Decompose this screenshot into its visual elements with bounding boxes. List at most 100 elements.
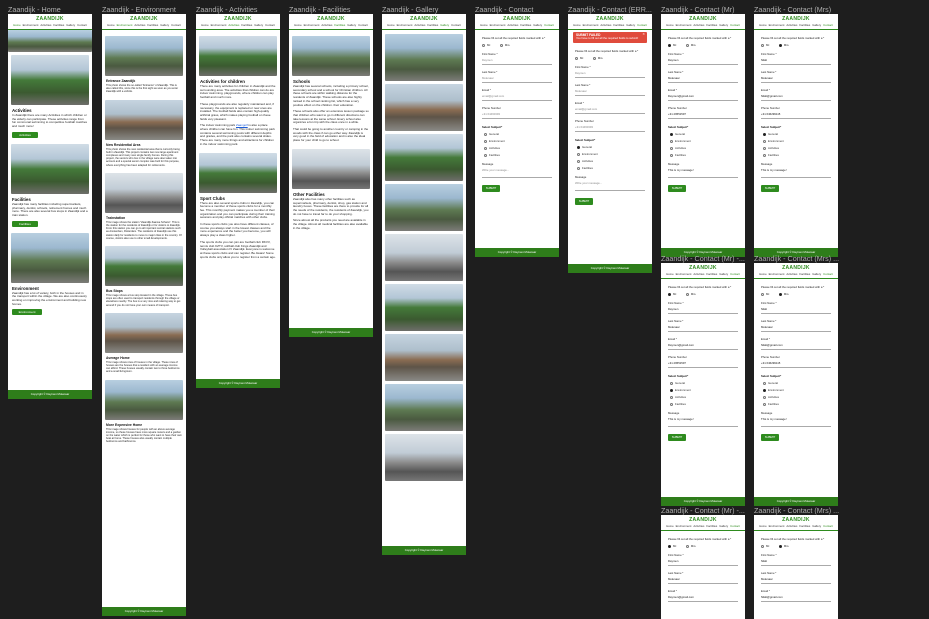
mrs-radio[interactable]: Mrs. (778, 544, 789, 548)
nav-facilities[interactable]: Facilities (799, 272, 810, 276)
submit-button[interactable]: SUBMIT (761, 434, 779, 441)
nav-activities[interactable]: Activities (321, 23, 332, 27)
nav-facilities[interactable]: Facilities (241, 23, 252, 27)
brand-logo[interactable]: ZAANDIJK (754, 263, 838, 271)
subject-activities[interactable]: Activities (763, 146, 831, 150)
brand-logo[interactable]: ZAANDIJK (102, 14, 186, 22)
nav-facilities[interactable]: Facilities (147, 23, 158, 27)
nav-activities[interactable]: Activities (693, 524, 704, 528)
phone-field[interactable]: +31 64460393 (482, 110, 552, 119)
nav-environment[interactable]: Environment (583, 23, 599, 27)
nav-home[interactable]: Home (759, 524, 766, 528)
email-field[interactable]: email@gmail.com (575, 105, 645, 114)
brand-logo[interactable]: ZAANDIJK (196, 14, 280, 22)
nav-contact[interactable]: Contact (730, 524, 740, 528)
nav-environment[interactable]: Environment (23, 23, 39, 27)
nav-facilities[interactable]: Facilities (334, 23, 345, 27)
nav-home[interactable]: Home (294, 23, 301, 27)
close-icon[interactable]: ✕ (642, 32, 645, 36)
nav-gallery[interactable]: Gallery (812, 524, 821, 528)
mr-radio[interactable]: Mr. (761, 544, 770, 548)
subject-general[interactable]: General (763, 132, 831, 136)
email-field[interactable]: Nikki@gmail.com (761, 92, 831, 101)
message-field[interactable]: This is my message! (761, 166, 831, 178)
nav-gallery[interactable]: Gallery (254, 23, 263, 27)
gallery-photo[interactable] (385, 184, 463, 231)
email-field[interactable]: Nikki@gmail.com (761, 341, 831, 350)
nav-gallery[interactable]: Gallery (719, 23, 728, 27)
nav-activities[interactable]: Activities (786, 23, 797, 27)
first-name-field[interactable]: Daymen (668, 56, 738, 65)
gallery-photo[interactable] (385, 384, 463, 431)
nav-environment[interactable]: Environment (117, 23, 133, 27)
nav-gallery[interactable]: Gallery (533, 23, 542, 27)
last-name-field[interactable]: Molenaar (761, 74, 831, 83)
message-field[interactable]: Write your message... (575, 179, 645, 191)
nav-gallery[interactable]: Gallery (812, 272, 821, 276)
subject-activities[interactable]: Activities (670, 395, 738, 399)
gallery-photo[interactable] (385, 234, 463, 281)
subject-facilities[interactable]: Facilities (577, 166, 645, 170)
phone-field[interactable]: +31 646299115 (761, 359, 831, 368)
nav-gallery[interactable]: Gallery (160, 23, 169, 27)
subject-facilities[interactable]: Facilities (763, 153, 831, 157)
subject-general[interactable]: General (670, 132, 738, 136)
last-name-field[interactable]: Molenaar (668, 575, 738, 584)
phone-field[interactable]: +31 29551597 (668, 359, 738, 368)
phone-field[interactable]: +31 29551597 (668, 110, 738, 119)
email-field[interactable]: Nikki@gmail.com (761, 593, 831, 602)
phone-field[interactable]: +31 64460393 (575, 123, 645, 132)
brand-logo[interactable]: ZAANDIJK (754, 515, 838, 523)
nav-environment[interactable]: Environment (490, 23, 506, 27)
nav-facilities[interactable]: Facilities (799, 23, 810, 27)
subject-environment[interactable]: Environment (763, 388, 831, 392)
nav-gallery[interactable]: Gallery (719, 272, 728, 276)
gallery-photo[interactable] (385, 334, 463, 381)
nav-home[interactable]: Home (201, 23, 208, 27)
subject-activities[interactable]: Activities (763, 395, 831, 399)
nav-home[interactable]: Home (666, 23, 673, 27)
activities-button[interactable]: Activities (12, 131, 38, 138)
subject-environment[interactable]: Environment (763, 139, 831, 143)
nav-facilities[interactable]: Facilities (799, 524, 810, 528)
submit-button[interactable]: SUBMIT (575, 197, 593, 205)
message-field[interactable]: This is my message! (668, 415, 738, 427)
nav-activities[interactable]: Activities (228, 23, 239, 27)
gallery-photo[interactable] (385, 134, 463, 181)
nav-facilities[interactable]: Facilities (613, 23, 624, 27)
subject-facilities[interactable]: Facilities (763, 402, 831, 406)
facilities-button[interactable]: Facilities (12, 220, 38, 227)
nav-contact[interactable]: Contact (358, 23, 368, 27)
nav-home[interactable]: Home (759, 272, 766, 276)
nav-environment[interactable]: Environment (769, 23, 785, 27)
email-field[interactable]: Daymen@gmail.com (668, 341, 738, 350)
nav-contact[interactable]: Contact (77, 23, 87, 27)
subject-activities[interactable]: Activities (670, 146, 738, 150)
phone-field[interactable]: +31 646299115 (761, 110, 831, 119)
first-name-field[interactable]: Daymen (668, 557, 738, 566)
mrs-radio[interactable]: Mrs. (778, 43, 789, 47)
nav-environment[interactable]: Environment (397, 23, 413, 27)
mrs-radio[interactable]: Mrs. (685, 544, 696, 548)
nav-home[interactable]: Home (107, 23, 114, 27)
nav-facilities[interactable]: Facilities (706, 272, 717, 276)
brand-logo[interactable]: ZAANDIJK (661, 14, 745, 22)
nav-environment[interactable]: Environment (769, 272, 785, 276)
nav-activities[interactable]: Activities (693, 272, 704, 276)
submit-button[interactable]: SUBMIT (668, 434, 686, 441)
nav-contact[interactable]: Contact (730, 272, 740, 276)
nav-gallery[interactable]: Gallery (440, 23, 449, 27)
brand-logo[interactable]: ZAANDIJK (382, 14, 466, 22)
mr-radio[interactable]: Mr. (668, 544, 677, 548)
nav-gallery[interactable]: Gallery (812, 23, 821, 27)
nav-home[interactable]: Home (387, 23, 394, 27)
gallery-photo[interactable] (385, 434, 463, 481)
nav-environment[interactable]: Environment (676, 272, 692, 276)
subject-facilities[interactable]: Facilities (670, 402, 738, 406)
nav-contact[interactable]: Contact (265, 23, 275, 27)
mr-radio[interactable]: Mr. (761, 43, 770, 47)
gallery-photo[interactable] (385, 84, 463, 131)
mrs-radio[interactable]: Mrs. (685, 292, 696, 296)
mr-radio[interactable]: Mr. (668, 292, 677, 296)
subject-general[interactable]: General (670, 381, 738, 385)
